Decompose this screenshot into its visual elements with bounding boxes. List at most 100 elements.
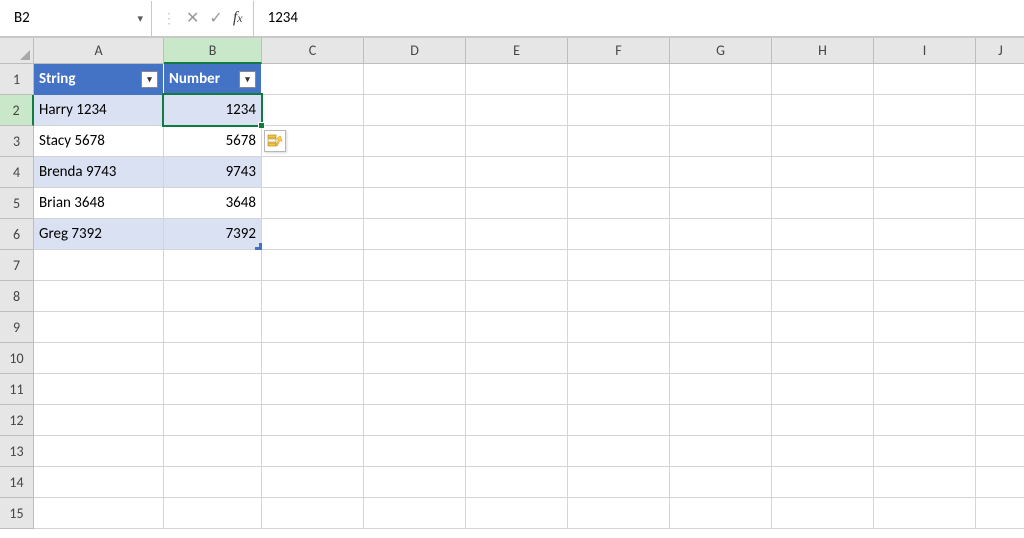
row-header-9[interactable]: 9 bbox=[0, 312, 34, 343]
row-header-7[interactable]: 7 bbox=[0, 250, 34, 281]
cell[interactable] bbox=[568, 343, 670, 374]
row-header-15[interactable]: 15 bbox=[0, 498, 34, 529]
cell[interactable] bbox=[262, 436, 364, 467]
cell[interactable] bbox=[874, 374, 976, 405]
cell[interactable] bbox=[364, 126, 466, 157]
row-header-13[interactable]: 13 bbox=[0, 436, 34, 467]
chevron-down-icon[interactable]: ▾ bbox=[137, 12, 143, 25]
cell[interactable] bbox=[164, 436, 262, 467]
cell[interactable] bbox=[466, 64, 568, 95]
cell[interactable] bbox=[466, 126, 568, 157]
cell[interactable] bbox=[568, 405, 670, 436]
cell[interactable] bbox=[976, 498, 1024, 529]
cell[interactable] bbox=[670, 281, 772, 312]
col-header-e[interactable]: E bbox=[466, 38, 568, 64]
row-header-11[interactable]: 11 bbox=[0, 374, 34, 405]
cell[interactable] bbox=[568, 126, 670, 157]
row-header-12[interactable]: 12 bbox=[0, 405, 34, 436]
cell[interactable] bbox=[568, 157, 670, 188]
col-header-i[interactable]: I bbox=[874, 38, 976, 64]
cell[interactable] bbox=[874, 405, 976, 436]
cell[interactable] bbox=[466, 157, 568, 188]
cell[interactable] bbox=[364, 498, 466, 529]
cell[interactable] bbox=[364, 467, 466, 498]
cell[interactable]: Greg 7392 bbox=[34, 219, 164, 250]
cell[interactable] bbox=[364, 157, 466, 188]
cell[interactable] bbox=[262, 405, 364, 436]
cell[interactable]: 7392 bbox=[164, 219, 262, 250]
cell[interactable] bbox=[976, 281, 1024, 312]
filter-dropdown-icon[interactable]: ▾ bbox=[141, 71, 158, 88]
cell[interactable] bbox=[568, 498, 670, 529]
cell[interactable] bbox=[262, 126, 364, 157]
col-header-j[interactable]: J bbox=[976, 38, 1024, 64]
cell[interactable] bbox=[568, 219, 670, 250]
cell[interactable] bbox=[262, 498, 364, 529]
cell[interactable] bbox=[466, 95, 568, 126]
cell[interactable] bbox=[262, 281, 364, 312]
cell[interactable] bbox=[466, 312, 568, 343]
row-header-14[interactable]: 14 bbox=[0, 467, 34, 498]
cell[interactable] bbox=[874, 312, 976, 343]
cell[interactable] bbox=[976, 157, 1024, 188]
cell[interactable]: Brenda 9743 bbox=[34, 157, 164, 188]
cell[interactable] bbox=[874, 219, 976, 250]
cell-active[interactable]: 1234 bbox=[164, 95, 262, 126]
cell[interactable] bbox=[34, 405, 164, 436]
cell[interactable] bbox=[262, 343, 364, 374]
cell[interactable] bbox=[34, 250, 164, 281]
cell[interactable] bbox=[262, 64, 364, 95]
cell[interactable] bbox=[262, 95, 364, 126]
cell[interactable] bbox=[568, 374, 670, 405]
cell[interactable] bbox=[466, 405, 568, 436]
cell[interactable] bbox=[466, 219, 568, 250]
row-header-2[interactable]: 2 bbox=[0, 95, 34, 126]
cell[interactable] bbox=[772, 281, 874, 312]
col-header-b[interactable]: B bbox=[164, 38, 262, 64]
table-header-string[interactable]: String ▾ bbox=[34, 64, 164, 95]
cell[interactable] bbox=[772, 312, 874, 343]
cell[interactable] bbox=[262, 188, 364, 219]
cell[interactable] bbox=[670, 467, 772, 498]
cell[interactable] bbox=[466, 281, 568, 312]
cell[interactable] bbox=[364, 64, 466, 95]
cell[interactable] bbox=[874, 498, 976, 529]
row-header-1[interactable]: 1 bbox=[0, 64, 34, 95]
name-box[interactable]: B2 ▾ bbox=[0, 1, 152, 37]
cell[interactable] bbox=[670, 405, 772, 436]
cell[interactable] bbox=[874, 188, 976, 219]
cell[interactable] bbox=[364, 219, 466, 250]
cell[interactable] bbox=[874, 126, 976, 157]
cell[interactable] bbox=[772, 436, 874, 467]
cell[interactable] bbox=[262, 250, 364, 281]
cell[interactable] bbox=[772, 95, 874, 126]
cell[interactable] bbox=[568, 250, 670, 281]
cell[interactable] bbox=[670, 436, 772, 467]
cell[interactable] bbox=[670, 219, 772, 250]
cell[interactable] bbox=[466, 498, 568, 529]
cell[interactable] bbox=[364, 405, 466, 436]
col-header-f[interactable]: F bbox=[568, 38, 670, 64]
cell[interactable] bbox=[364, 281, 466, 312]
col-header-h[interactable]: H bbox=[772, 38, 874, 64]
cell[interactable] bbox=[34, 374, 164, 405]
cell[interactable] bbox=[164, 281, 262, 312]
cell[interactable] bbox=[670, 188, 772, 219]
cell[interactable] bbox=[364, 436, 466, 467]
cell[interactable] bbox=[772, 157, 874, 188]
row-header-3[interactable]: 3 bbox=[0, 126, 34, 157]
cell[interactable] bbox=[164, 312, 262, 343]
cell[interactable] bbox=[466, 374, 568, 405]
cell[interactable] bbox=[670, 312, 772, 343]
cell[interactable] bbox=[976, 95, 1024, 126]
cell[interactable] bbox=[34, 312, 164, 343]
col-header-d[interactable]: D bbox=[364, 38, 466, 64]
col-header-a[interactable]: A bbox=[34, 38, 164, 64]
enter-icon[interactable]: ✓ bbox=[209, 8, 222, 28]
cancel-icon[interactable]: ✕ bbox=[186, 8, 199, 28]
cell[interactable] bbox=[874, 95, 976, 126]
row-header-4[interactable]: 4 bbox=[0, 157, 34, 188]
cell[interactable] bbox=[364, 250, 466, 281]
cell[interactable]: Stacy 5678 bbox=[34, 126, 164, 157]
cell[interactable] bbox=[34, 281, 164, 312]
